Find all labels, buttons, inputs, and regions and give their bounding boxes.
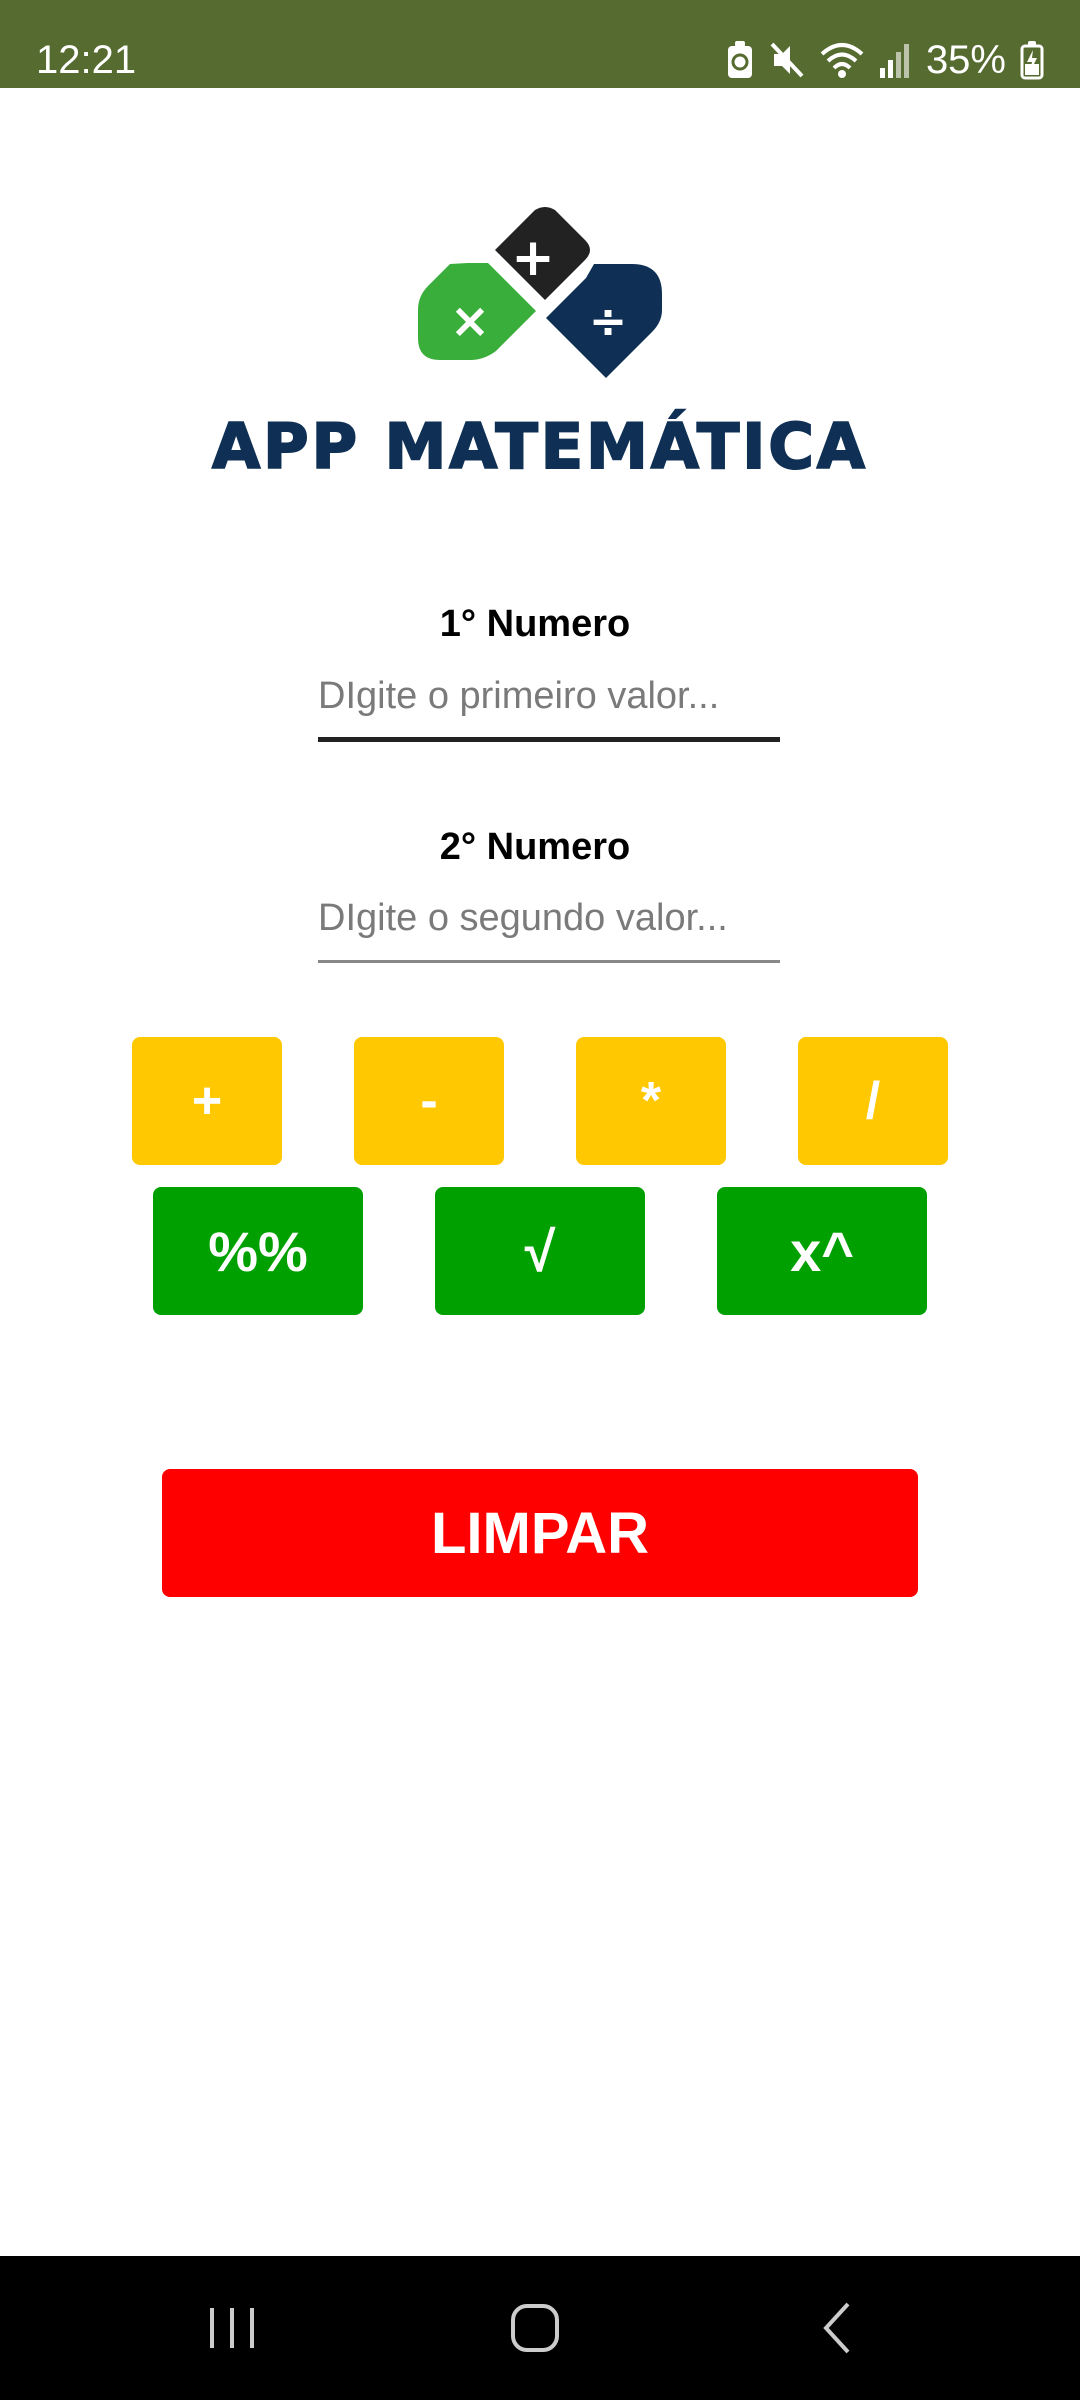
second-number-input[interactable] <box>318 885 780 951</box>
battery-saver-icon <box>726 40 754 80</box>
first-number-input[interactable] <box>318 663 780 729</box>
sqrt-button[interactable]: √ <box>435 1187 645 1315</box>
wifi-icon <box>820 40 864 80</box>
back-icon <box>823 2302 850 2354</box>
subtract-button[interactable]: - <box>354 1037 504 1165</box>
math-logo-icon: + × ÷ <box>418 207 662 378</box>
clear-button[interactable]: LIMPAR <box>162 1469 918 1597</box>
second-number-underline <box>318 960 780 963</box>
battery-percent: 35% <box>925 38 1006 82</box>
back-button[interactable] <box>778 2278 898 2378</box>
recent-apps-button[interactable] <box>172 2278 292 2378</box>
first-number-label: 1° Numero <box>439 603 631 645</box>
navigation-bar <box>0 2256 1080 2400</box>
svg-text:÷: ÷ <box>589 294 628 348</box>
second-number-label: 2° Numero <box>439 826 631 868</box>
mute-icon <box>768 40 806 80</box>
status-bar: 12:21 35% <box>0 0 1080 88</box>
app-logo: + × ÷ APP MATEMÁTICA <box>0 200 1080 484</box>
svg-text:+: + <box>511 228 555 288</box>
add-button[interactable]: + <box>132 1037 282 1165</box>
signal-icon <box>878 40 912 80</box>
svg-text:×: × <box>450 293 490 349</box>
percent-button[interactable]: %% <box>153 1187 363 1315</box>
battery-charging-icon <box>1020 40 1044 80</box>
status-time: 12:21 <box>36 38 137 82</box>
first-number-underline <box>318 737 780 742</box>
divide-button[interactable]: / <box>798 1037 948 1165</box>
home-button[interactable] <box>475 2278 595 2378</box>
app-screen: 12:21 35% + × ÷ APP MATEMÁTICA 1° Numero… <box>0 0 1080 2400</box>
multiply-button[interactable]: * <box>576 1037 726 1165</box>
status-icons: 35% <box>726 36 1044 84</box>
app-title: APP MATEMÁTICA <box>211 409 868 484</box>
recent-apps-icon <box>210 2308 254 2348</box>
home-icon <box>511 2304 559 2352</box>
power-button[interactable]: x^ <box>717 1187 927 1315</box>
